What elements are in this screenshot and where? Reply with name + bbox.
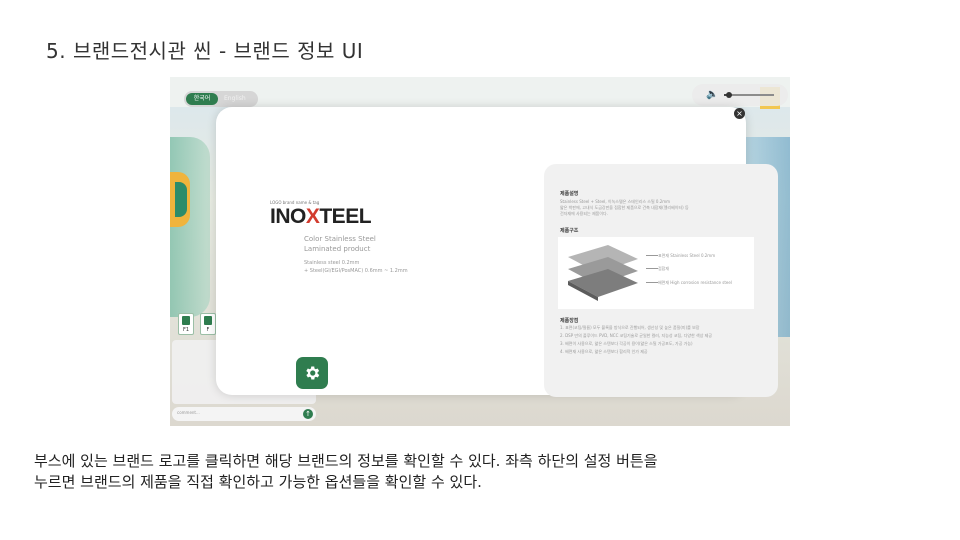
slide-title: 5. 브랜드전시관 씬 - 브랜드 정보 UI [46,39,364,63]
slide-caption: 부스에 있는 브랜드 로고를 클릭하면 해당 브랜드의 정보를 확인할 수 있다… [34,451,934,493]
brand-subtitle: Color Stainless Steel Laminated product [304,234,430,254]
language-toggle[interactable]: 한국어 English [184,91,258,107]
brand-info-modal: LOGO brand name & tag INOXTEEL Color Sta… [216,107,778,397]
layer-label-2: 접합재 [658,266,670,271]
advantage-item: 4. 배면재 사용으로, 얇은 스텐보다 합리적 인가 제공 [560,349,648,354]
description-text-3: 건자재에 사용되는 제품이다. [560,211,608,216]
booth-icon-label: F [206,327,210,333]
brand-subtitle-2: Laminated product [304,245,371,253]
volume-slider[interactable] [724,92,774,98]
volume-control[interactable]: 🔈 [692,84,788,106]
booth-decoration-left [170,137,210,317]
layer-pointer [646,282,658,283]
booth-decoration-green [175,182,187,217]
brand-logo-x: X [305,205,320,228]
speaker-icon[interactable]: 🔈 [706,89,718,101]
section-title-description: 제품설명 [560,191,579,197]
brand-spec-1: Stainless steel 0.2mm [304,260,360,266]
close-icon[interactable]: × [734,108,745,119]
brand-logo[interactable]: INOXTEEL [270,206,430,228]
advantage-item: 2. DSP 만의 플루이드 PVD, NCC 코팅기술로 균일한 컬러, 지능… [560,333,713,338]
section-title-advantages: 제품장점 [560,318,579,324]
booth-icon[interactable]: F [200,313,216,335]
caption-line-1: 부스에 있는 브랜드 로고를 클릭하면 해당 브랜드의 정보를 확인할 수 있다… [34,452,658,470]
layer-label-3: 배면재 High corrosion resistance steel [658,280,732,285]
section-title-structure: 제품구조 [560,228,579,234]
product-info-card: 제품설명 Stainless Steel + Steel, 이녹스텔은 스테인리… [544,164,778,397]
booth-icon[interactable]: F1 [178,313,194,335]
structure-diagram: 표면재 Stainless Steel 0.2mm 접합재 배면재 High c… [558,237,754,309]
language-option-en[interactable]: English [224,93,246,105]
layer-pointer [646,255,658,256]
language-option-ko[interactable]: 한국어 [186,93,218,105]
brand-subtitle-1: Color Stainless Steel [304,235,376,243]
advantage-item: 1. 표면(코팅/필름) 모두 블록을 방식으로 진행되어, 생산성 및 높은 … [560,325,700,330]
caption-line-2: 누르면 브랜드의 제품을 직접 확인하고 가능한 옵션들을 확인할 수 있다. [34,473,482,491]
booth-icon-label: F1 [182,327,190,333]
chat-input[interactable]: comment... ↑ [172,407,316,421]
brand-spec: Stainless steel 0.2mm + Steel(GI/EGI/Pos… [304,259,430,275]
layer-label-1: 표면재 Stainless Steel 0.2mm [658,253,716,258]
brand-logo-suffix: TEEL [319,205,372,228]
booth-icon-bar: F1 F [178,313,216,335]
settings-button[interactable] [296,357,328,389]
app-screenshot: 한국어 English 🔈 F1 F comment... ↑ LOGO bra… [170,77,790,426]
advantage-item: 3. 배면이 사용으로, 얇은 스텐보다 각공이 용이(얇은 스틸 가공포도, … [560,341,693,346]
brand-logo-prefix: INO [270,205,306,228]
send-icon[interactable]: ↑ [303,409,313,419]
layer-pointer [646,268,658,269]
chat-placeholder: comment... [177,410,200,415]
brand-block: LOGO brand name & tag INOXTEEL Color Sta… [270,200,430,275]
layer-illustration [568,245,638,301]
brand-spec-2: + Steel(GI/EGI/PosMAC) 0.6mm ~ 1.2mm [304,268,408,274]
gear-icon [306,366,320,380]
volume-knob[interactable] [726,92,732,98]
